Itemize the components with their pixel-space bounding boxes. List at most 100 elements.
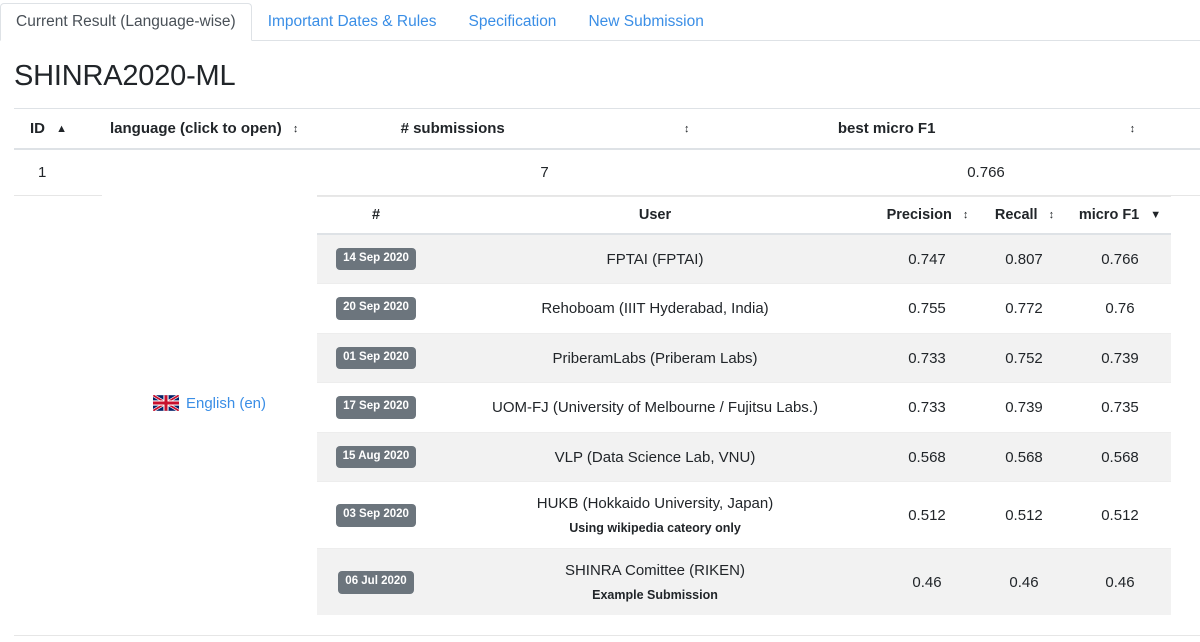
date-badge: 20 Sep 2020 bbox=[336, 297, 416, 320]
column-header-submissions-label: # submissions bbox=[400, 119, 505, 137]
cell-user: UOM-FJ (University of Melbourne / Fujits… bbox=[435, 382, 875, 433]
date-badge: 15 Aug 2020 bbox=[335, 445, 417, 469]
submissions-detail-cell: # User Precision ↕ Recall ↕ micro F1 ▼ 1… bbox=[317, 195, 1200, 616]
page-title: SHINRA2020-ML bbox=[14, 60, 236, 92]
cell-date: 06 Jul 2020 bbox=[317, 548, 435, 616]
table-row[interactable]: 14 Sep 2020 FPTAI (FPTAI) 0.747 0.807 0.766 bbox=[317, 233, 1171, 285]
cell-user: PriberamLabs (Priberam Labs) bbox=[435, 333, 875, 384]
sort-descending-icon: ▼ bbox=[1150, 208, 1162, 221]
cell-best-micro-f1: 0.766 bbox=[772, 148, 1200, 196]
cell-micro-f1: 0.739 bbox=[1069, 333, 1171, 384]
cell-precision: 0.46 bbox=[875, 548, 979, 616]
column-header-id[interactable]: ID ▲ bbox=[14, 107, 102, 150]
cell-user: Rehoboam (IIIT Hyderabad, India) bbox=[435, 283, 875, 334]
cell-micro-f1: 0.512 bbox=[1069, 481, 1171, 550]
submissions-table-body: 14 Sep 2020 FPTAI (FPTAI) 0.747 0.807 0.766 2… bbox=[317, 233, 1171, 616]
cell-user: SHINRA Comittee (RIKEN) Example Submissio… bbox=[435, 548, 875, 616]
cell-language bbox=[102, 148, 317, 196]
cell-submissions: 7 bbox=[317, 148, 772, 196]
cell-recall: 0.568 bbox=[979, 432, 1069, 483]
table-row[interactable]: 06 Jul 2020 SHINRA Comittee (RIKEN) Exampl… bbox=[317, 548, 1171, 616]
cell-recall: 0.739 bbox=[979, 382, 1069, 433]
column-header-micro-f1-label: micro F1 bbox=[1078, 206, 1140, 223]
tab-new-submission[interactable]: New Submission bbox=[572, 3, 719, 42]
language-link-english[interactable]: English (en) bbox=[152, 394, 267, 412]
cell-micro-f1: 0.46 bbox=[1069, 548, 1171, 616]
submissions-table-head: # User Precision ↕ Recall ↕ micro F1 ▼ bbox=[317, 195, 1171, 235]
date-badge: 01 Sep 2020 bbox=[336, 346, 416, 370]
date-badge: 06 Jul 2020 bbox=[338, 571, 414, 594]
user-name: PriberamLabs (Priberam Labs) bbox=[552, 349, 758, 367]
tab-important-dates-and-rules[interactable]: Important Dates & Rules bbox=[252, 3, 453, 42]
user-name: VLP (Data Science Lab, VNU) bbox=[554, 448, 756, 466]
column-header-language[interactable]: language (click to open) ↕ bbox=[102, 107, 317, 150]
uk-flag-icon bbox=[152, 395, 179, 412]
cell-micro-f1: 0.735 bbox=[1069, 382, 1171, 433]
column-header-recall-label: Recall bbox=[994, 206, 1038, 223]
sort-ascending-icon: ▲ bbox=[56, 122, 68, 135]
column-header-micro-f1[interactable]: micro F1 ▼ bbox=[1069, 195, 1171, 235]
sort-both-icon: ↕ bbox=[1129, 122, 1135, 135]
sort-both-icon: ↕ bbox=[292, 122, 298, 135]
column-header-id-label: ID bbox=[30, 119, 45, 137]
table-row[interactable]: 20 Sep 2020 Rehoboam (IIIT Hyderabad, Ind… bbox=[317, 283, 1171, 334]
user-name: FPTAI (FPTAI) bbox=[606, 250, 704, 268]
language-link-label: English (en) bbox=[185, 394, 267, 412]
language-results-table-head: ID ▲ language (click to open) ↕ # submis… bbox=[14, 107, 1200, 150]
cell-user: HUKB (Hokkaido University, Japan) Using w… bbox=[435, 481, 875, 550]
cell-precision: 0.733 bbox=[875, 382, 979, 433]
table-row[interactable]: 17 Sep 2020 UOM-FJ (University of Melbour… bbox=[317, 382, 1171, 433]
column-header-recall[interactable]: Recall ↕ bbox=[979, 195, 1069, 235]
submissions-table: # User Precision ↕ Recall ↕ micro F1 ▼ 1… bbox=[317, 195, 1171, 616]
sort-both-icon: ↕ bbox=[1048, 208, 1054, 221]
date-badge: 17 Sep 2020 bbox=[336, 396, 416, 419]
cell-recall: 0.512 bbox=[979, 481, 1069, 550]
cell-recall: 0.752 bbox=[979, 333, 1069, 384]
table-row: 1 7 0.766 bbox=[14, 148, 1200, 196]
table-row[interactable]: 03 Sep 2020 HUKB (Hokkaido University, Ja… bbox=[317, 481, 1171, 550]
language-results-header-row: ID ▲ language (click to open) ↕ # submis… bbox=[14, 107, 1200, 150]
sort-both-icon: ↕ bbox=[962, 208, 968, 221]
table-row[interactable]: 15 Aug 2020 VLP (Data Science Lab, VNU) 0.… bbox=[317, 432, 1171, 483]
column-header-number-label: # bbox=[371, 206, 381, 223]
cell-precision: 0.747 bbox=[875, 233, 979, 285]
column-header-language-label: language (click to open) bbox=[110, 119, 282, 137]
column-header-user: User bbox=[435, 195, 875, 235]
column-header-precision-label: Precision bbox=[886, 206, 952, 223]
cell-micro-f1: 0.568 bbox=[1069, 432, 1171, 483]
user-name: UOM-FJ (University of Melbourne / Fujits… bbox=[492, 399, 818, 417]
language-link-cell: English (en) bbox=[102, 195, 317, 615]
user-note: Example Submission bbox=[592, 588, 718, 603]
submissions-header-row: # User Precision ↕ Recall ↕ micro F1 ▼ bbox=[317, 195, 1171, 235]
user-note: Using wikipedia cateory only bbox=[569, 521, 741, 536]
user-name: Rehoboam (IIIT Hyderabad, India) bbox=[541, 300, 769, 318]
tab-current-result[interactable]: Current Result (Language-wise) bbox=[0, 2, 252, 41]
column-header-submissions[interactable]: # submissions ↕ bbox=[317, 107, 772, 150]
cell-precision: 0.568 bbox=[875, 432, 979, 483]
user-name: SHINRA Comittee (RIKEN) bbox=[564, 562, 746, 580]
cell-date: 03 Sep 2020 bbox=[317, 481, 435, 550]
cell-precision: 0.733 bbox=[875, 333, 979, 384]
cell-precision: 0.512 bbox=[875, 481, 979, 550]
cell-user: FPTAI (FPTAI) bbox=[435, 233, 875, 285]
column-header-best-micro-f1[interactable]: best micro F1 ↕ bbox=[772, 107, 1200, 150]
table-row[interactable]: 01 Sep 2020 PriberamLabs (Priberam Labs) 0… bbox=[317, 333, 1171, 384]
cell-recall: 0.772 bbox=[979, 283, 1069, 334]
language-results-table: ID ▲ language (click to open) ↕ # submis… bbox=[14, 107, 1200, 616]
tab-specification[interactable]: Specification bbox=[453, 3, 573, 42]
detail-row: English (en) # User Precision ↕ Recall ↕… bbox=[14, 195, 1200, 616]
cell-date: 17 Sep 2020 bbox=[317, 382, 435, 433]
cell-precision: 0.755 bbox=[875, 283, 979, 334]
cell-user: VLP (Data Science Lab, VNU) bbox=[435, 432, 875, 483]
column-header-user-label: User bbox=[638, 206, 672, 223]
bottom-divider bbox=[14, 635, 1200, 637]
sort-both-icon: ↕ bbox=[683, 122, 689, 135]
column-header-best-micro-f1-label: best micro F1 bbox=[837, 119, 936, 137]
date-badge: 14 Sep 2020 bbox=[336, 247, 416, 271]
date-badge: 03 Sep 2020 bbox=[336, 504, 416, 527]
cell-date: 15 Aug 2020 bbox=[317, 432, 435, 483]
cell-recall: 0.807 bbox=[979, 233, 1069, 285]
cell-date: 14 Sep 2020 bbox=[317, 233, 435, 285]
column-header-precision[interactable]: Precision ↕ bbox=[875, 195, 979, 235]
language-results-table-body: 1 7 0.766 English (en) # User Precision … bbox=[14, 148, 1200, 616]
